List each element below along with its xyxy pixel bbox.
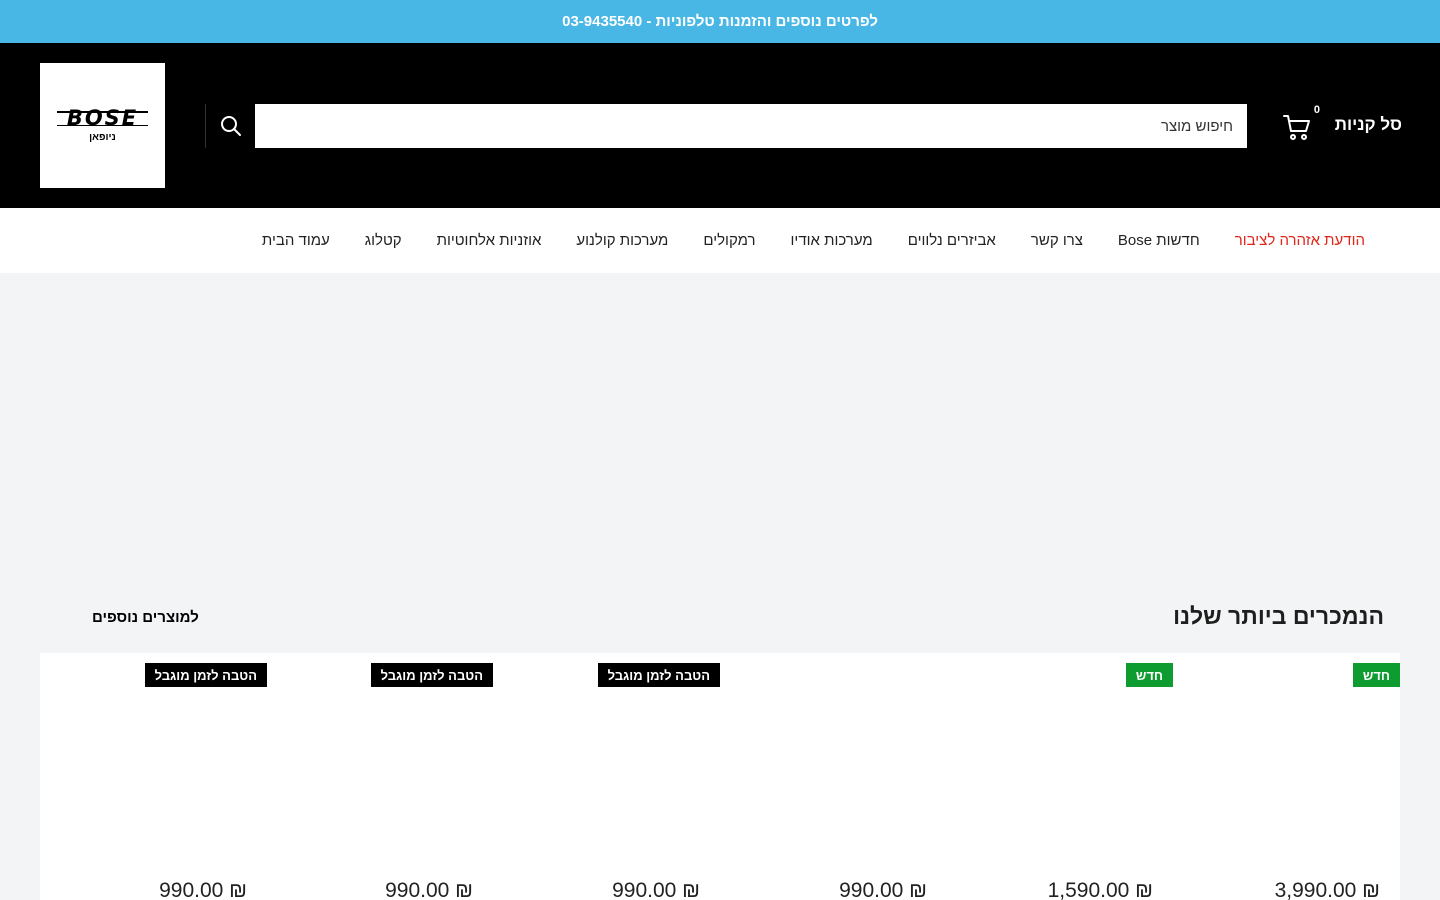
product-card[interactable]: חדש ₪ 1,590.00 — [946, 653, 1173, 900]
badge-new: חדש — [1125, 663, 1173, 687]
product-carousel: חדש ₪ 3,990.00 חדש ₪ 1,590.00 ₪ 990.00 ה… — [40, 653, 1400, 900]
nav-item-home[interactable]: עמוד הבית — [262, 232, 330, 249]
nav-item-audio-systems[interactable]: מערכות אודיו — [791, 232, 873, 249]
cart-icon: 0 — [1282, 104, 1320, 142]
cart-count: 0 — [1313, 104, 1320, 116]
more-products-link[interactable]: למוצרים נוספים — [92, 609, 199, 626]
nav-item-speakers[interactable]: רמקולים — [703, 232, 755, 249]
product-price: ₪ 990.00 — [385, 879, 473, 900]
nav-item-home-theater[interactable]: מערכות קולנוע — [576, 232, 668, 249]
nav-item-accessories[interactable]: אביזרים נלווים — [908, 232, 996, 249]
bestsellers-title: הנמכרים ביותר שלנו — [1173, 603, 1384, 629]
product-card[interactable]: הטבה לזמן מוגבל ₪ 990.00 — [493, 653, 720, 900]
product-card[interactable]: הטבה לזמן מוגבל ₪ 990.00 — [266, 653, 493, 900]
site-header: BOSE ניופאן 0 סל קניות — [0, 43, 1440, 208]
badge-new: חדש — [1352, 663, 1400, 687]
product-card[interactable]: הטבה לזמן מוגבל ₪ 990.00 — [40, 653, 267, 900]
product-price: ₪ 1,590.00 — [1047, 879, 1153, 900]
nav-list: עמוד הבית קטלוג אוזניות אלחוטיות מערכות … — [262, 208, 1365, 273]
logo-subtitle: ניופאן — [89, 132, 116, 143]
product-price: ₪ 990.00 — [839, 879, 927, 900]
badge-limited-deal: הטבה לזמן מוגבל — [597, 663, 720, 687]
logo-wordmark: BOSE — [56, 108, 149, 129]
product-price: ₪ 990.00 — [159, 879, 247, 900]
announcement-text: לפרטים נוספים והזמנות טלפוניות - 03-9435… — [562, 13, 878, 30]
main-nav: עמוד הבית קטלוג אוזניות אלחוטיות מערכות … — [0, 208, 1440, 273]
logo[interactable]: BOSE ניופאן — [40, 63, 165, 188]
cart-label: סל קניות — [1334, 115, 1402, 134]
nav-item-catalog[interactable]: קטלוג — [365, 232, 402, 249]
hero-banner — [0, 273, 1440, 593]
badge-limited-deal: הטבה לזמן מוגבל — [144, 663, 267, 687]
product-price: ₪ 3,990.00 — [1274, 879, 1380, 900]
search-icon — [220, 116, 241, 136]
badge-limited-deal: הטבה לזמן מוגבל — [370, 663, 493, 687]
search-button[interactable] — [205, 104, 255, 148]
nav-item-public-warning[interactable]: הודעת אזהרה לציבור — [1235, 232, 1365, 249]
product-card[interactable]: ₪ 990.00 — [720, 653, 947, 900]
announcement-bar: לפרטים נוספים והזמנות טלפוניות - 03-9435… — [0, 0, 1440, 43]
cart-button[interactable]: 0 סל קניות — [1282, 104, 1402, 143]
product-price: ₪ 990.00 — [612, 879, 700, 900]
product-card[interactable]: חדש ₪ 3,990.00 — [1173, 653, 1400, 900]
nav-item-news[interactable]: חדשות Bose — [1118, 232, 1200, 249]
nav-item-wireless-headphones[interactable]: אוזניות אלחוטיות — [437, 232, 542, 249]
search-input[interactable] — [255, 104, 1247, 148]
nav-item-contact[interactable]: צרו קשר — [1031, 232, 1083, 249]
